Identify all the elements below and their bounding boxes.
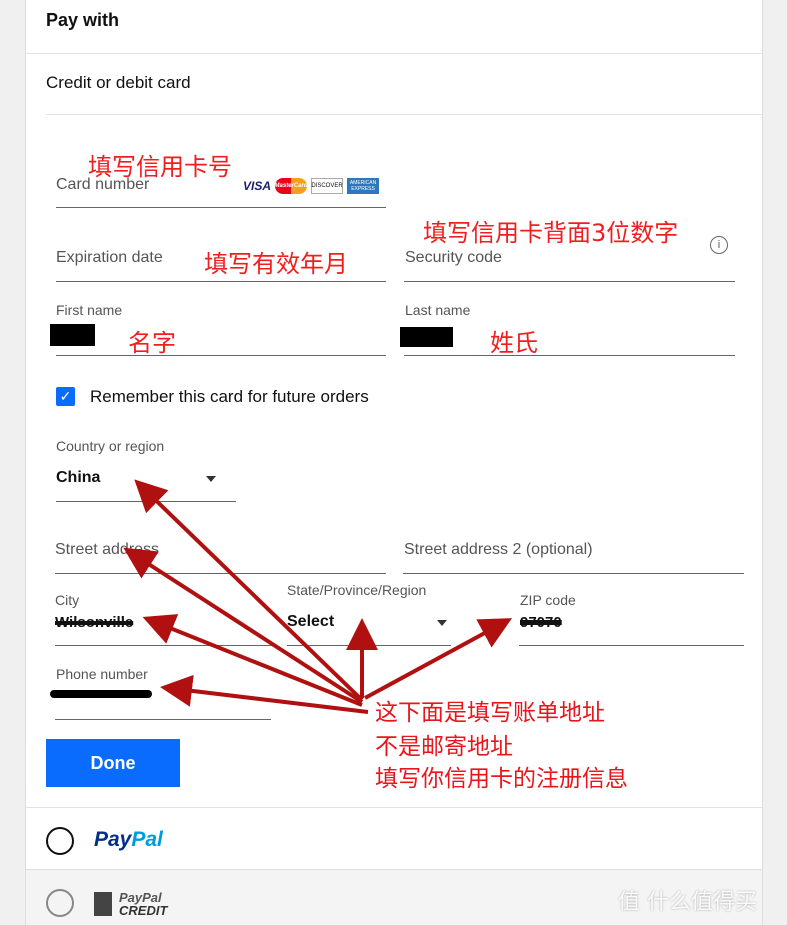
arrow-phone — [160, 674, 369, 714]
arrow-zip — [364, 618, 513, 700]
watermark: 值 什么值得买 — [618, 890, 757, 915]
annotation-arrows — [123, 479, 513, 714]
arrow-country — [134, 479, 364, 702]
